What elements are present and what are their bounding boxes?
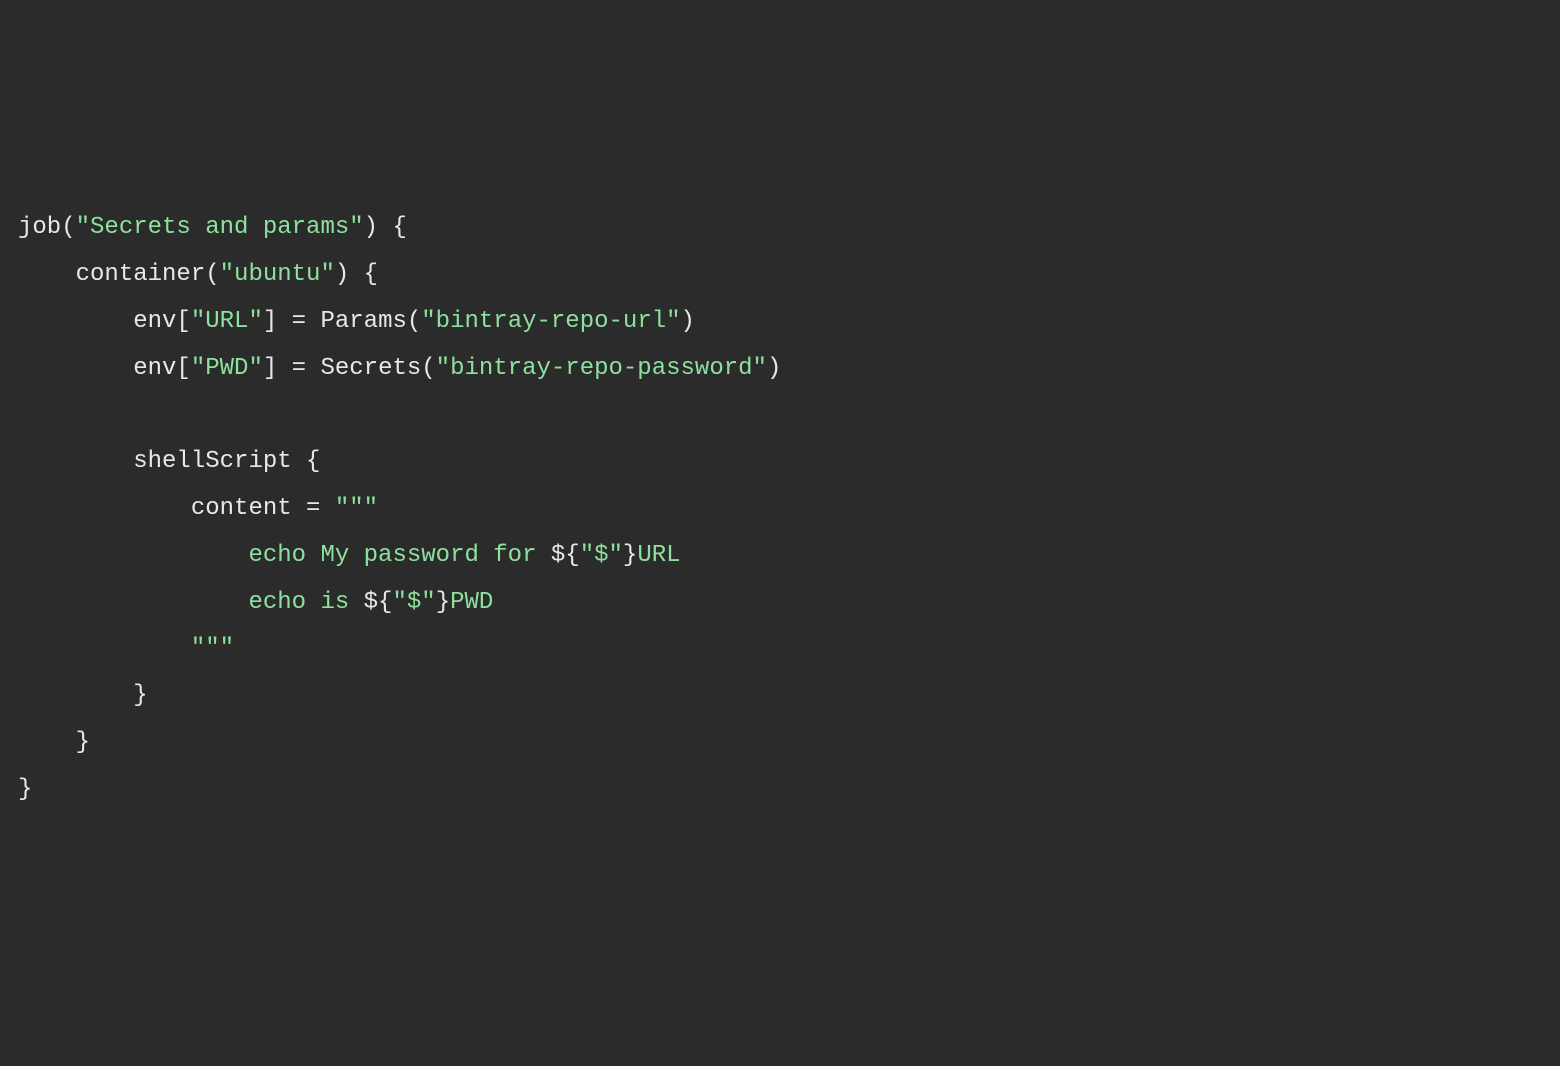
- code-token: ): [767, 355, 781, 382]
- code-token: env[: [18, 355, 191, 382]
- code-token-string: "ubuntu": [220, 261, 335, 288]
- code-token: }: [436, 589, 450, 616]
- code-line: echo is ${"$"}PWD: [18, 580, 1542, 627]
- code-token: container(: [18, 261, 220, 288]
- code-token-string: "$": [392, 589, 435, 616]
- code-token: env[: [18, 308, 191, 335]
- code-token-string: echo is: [18, 589, 364, 616]
- code-token: }: [18, 682, 148, 709]
- code-token-string: echo My password for: [18, 542, 551, 569]
- code-token-string: "Secrets and params": [76, 214, 364, 241]
- code-line: env["PWD"] = Secrets("bintray-repo-passw…: [18, 346, 1542, 393]
- code-token-string: "$": [580, 542, 623, 569]
- code-token: ): [681, 308, 695, 335]
- code-token-string: PWD: [450, 589, 493, 616]
- code-token: }: [18, 729, 90, 756]
- code-token: job(: [18, 214, 76, 241]
- code-line: }: [18, 767, 1542, 814]
- code-token-string: "bintray-repo-url": [421, 308, 680, 335]
- code-line: [18, 392, 1542, 439]
- code-block: job("Secrets and params") { container("u…: [18, 205, 1542, 813]
- code-line: }: [18, 720, 1542, 767]
- code-token-string: "PWD": [191, 355, 263, 382]
- code-token: shellScript {: [18, 448, 320, 475]
- code-line: env["URL"] = Params("bintray-repo-url"): [18, 299, 1542, 346]
- code-token: ) {: [335, 261, 378, 288]
- code-line: content = """: [18, 486, 1542, 533]
- code-token: ${: [551, 542, 580, 569]
- code-token: ${: [364, 589, 393, 616]
- code-token-string: "URL": [191, 308, 263, 335]
- code-token: content =: [18, 495, 335, 522]
- code-token: [18, 401, 32, 428]
- code-token: }: [623, 542, 637, 569]
- code-line: job("Secrets and params") {: [18, 205, 1542, 252]
- code-token: ) {: [364, 214, 407, 241]
- code-token: }: [18, 776, 32, 803]
- code-token-string: URL: [637, 542, 680, 569]
- code-line: echo My password for ${"$"}URL: [18, 533, 1542, 580]
- code-token-string: """: [335, 495, 378, 522]
- code-token-string: "bintray-repo-password": [436, 355, 767, 382]
- code-line: shellScript {: [18, 439, 1542, 486]
- code-token-string: """: [18, 635, 234, 662]
- code-line: container("ubuntu") {: [18, 252, 1542, 299]
- code-line: }: [18, 673, 1542, 720]
- code-line: """: [18, 626, 1542, 673]
- code-token: ] = Params(: [263, 308, 421, 335]
- code-token: ] = Secrets(: [263, 355, 436, 382]
